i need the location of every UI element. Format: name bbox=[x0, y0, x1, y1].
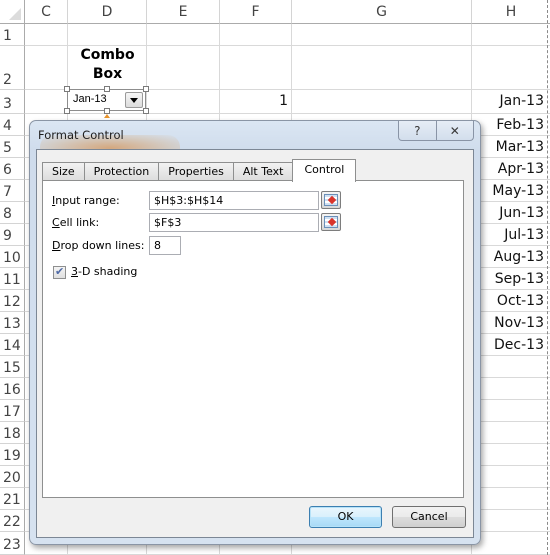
tab-strip: Size Protection Properties Alt Text Cont… bbox=[42, 159, 357, 182]
resize-handle-top-right[interactable] bbox=[143, 86, 149, 92]
range-select-icon bbox=[324, 194, 338, 206]
tab-protection[interactable]: Protection bbox=[83, 162, 159, 181]
cell-h8[interactable]: Jun-13 bbox=[472, 205, 544, 221]
row-header-19[interactable]: 19 bbox=[0, 444, 25, 466]
tab-size[interactable]: Size bbox=[42, 162, 84, 181]
cell-h5[interactable]: Mar-13 bbox=[472, 139, 544, 155]
row-header-8[interactable]: 8 bbox=[0, 202, 25, 224]
combo-label-line1: Combo bbox=[80, 47, 135, 63]
row-header-18[interactable]: 18 bbox=[0, 422, 25, 444]
input-range-label: Input range: bbox=[52, 194, 120, 207]
row-header-2[interactable]: 2 bbox=[0, 46, 25, 90]
cell-link-label-text: ell link: bbox=[59, 216, 100, 229]
combo-label-line2: Box bbox=[92, 66, 123, 82]
cell-h9[interactable]: Jul-13 bbox=[472, 227, 544, 243]
row-header-20[interactable]: 20 bbox=[0, 466, 25, 488]
row-header-3[interactable]: 3 bbox=[0, 90, 25, 114]
combo-box-value: Jan-13 bbox=[73, 93, 107, 105]
anchor-marker-icon bbox=[104, 114, 110, 118]
cell-link-collapse-button[interactable] bbox=[321, 213, 341, 231]
cell-link-accel: C bbox=[52, 216, 60, 229]
row-header-16[interactable]: 16 bbox=[0, 378, 25, 400]
drop-down-lines-field[interactable]: 8 bbox=[149, 236, 181, 255]
row-header-14[interactable]: 14 bbox=[0, 334, 25, 356]
row-header-23[interactable]: 23 bbox=[0, 532, 25, 555]
resize-handle-top-left[interactable] bbox=[64, 86, 70, 92]
cell-h10[interactable]: Aug-13 bbox=[472, 249, 544, 265]
cell-h3[interactable]: Jan-13 bbox=[472, 93, 544, 109]
cell-h4[interactable]: Feb-13 bbox=[472, 117, 544, 133]
resize-handle-bottom-right[interactable] bbox=[143, 108, 149, 114]
help-icon[interactable]: ? bbox=[399, 121, 436, 140]
range-select-icon bbox=[324, 216, 338, 228]
column-header-d[interactable]: D bbox=[68, 0, 147, 24]
resize-handle-top[interactable] bbox=[104, 86, 110, 92]
row-header-15[interactable]: 15 bbox=[0, 356, 25, 378]
row-header-1[interactable]: 1 bbox=[0, 24, 25, 46]
column-header-h[interactable]: H bbox=[472, 0, 550, 24]
column-header-f[interactable]: F bbox=[220, 0, 292, 24]
cell-h12[interactable]: Oct-13 bbox=[472, 293, 544, 309]
cancel-button[interactable]: Cancel bbox=[392, 506, 466, 528]
tab-properties[interactable]: Properties bbox=[158, 162, 233, 181]
resize-handle-bottom-left[interactable] bbox=[64, 108, 70, 114]
cell-h6[interactable]: Apr-13 bbox=[472, 161, 544, 177]
row-header-4[interactable]: 4 bbox=[0, 114, 25, 136]
cell-h13[interactable]: Nov-13 bbox=[472, 315, 544, 331]
3d-shading-label-text: -D shading bbox=[78, 265, 138, 278]
row-header-22[interactable]: 22 bbox=[0, 510, 25, 532]
dialog-title: Format Control bbox=[38, 128, 124, 142]
close-icon[interactable]: ✕ bbox=[435, 121, 474, 140]
cell-f3[interactable]: 1 bbox=[220, 93, 288, 109]
dialog-body: Size Protection Properties Alt Text Cont… bbox=[36, 149, 474, 538]
drop-down-lines-label-text: rop down lines: bbox=[60, 239, 145, 252]
row-header-5[interactable]: 5 bbox=[0, 136, 25, 158]
input-range-collapse-button[interactable] bbox=[321, 191, 341, 209]
input-range-label-text: nput range: bbox=[55, 194, 120, 207]
caption-buttons: ? ✕ bbox=[398, 121, 474, 141]
dropdown-arrow-icon[interactable] bbox=[125, 92, 143, 108]
cell-h7[interactable]: May-13 bbox=[472, 183, 544, 199]
column-header-c[interactable]: C bbox=[25, 0, 68, 24]
row-header-13[interactable]: 13 bbox=[0, 312, 25, 334]
tab-control[interactable]: Control bbox=[292, 159, 357, 182]
cell-h11[interactable]: Sep-13 bbox=[472, 271, 544, 287]
column-header-e[interactable]: E bbox=[147, 0, 220, 24]
cell-link-label: Cell link: bbox=[52, 216, 99, 229]
drop-down-lines-label: Drop down lines: bbox=[52, 239, 144, 252]
control-tab-panel: Input range: $H$3:$H$14 Cell link: $F$3 … bbox=[42, 180, 464, 498]
row-header-9[interactable]: 9 bbox=[0, 224, 25, 246]
input-range-field[interactable]: $H$3:$H$14 bbox=[149, 191, 319, 210]
row-header-6[interactable]: 6 bbox=[0, 158, 25, 180]
combo-box-label-cell[interactable]: Combo Box bbox=[68, 46, 147, 90]
format-control-dialog: Format Control ? ✕ Size Protection Prope… bbox=[29, 120, 481, 545]
cell-h14[interactable]: Dec-13 bbox=[472, 337, 544, 353]
page-break-line bbox=[547, 0, 548, 555]
cell-link-field[interactable]: $F$3 bbox=[149, 213, 319, 232]
row-header-7[interactable]: 7 bbox=[0, 180, 25, 202]
row-header-10[interactable]: 10 bbox=[0, 246, 25, 268]
3d-shading-label[interactable]: 3-D shading bbox=[71, 265, 137, 278]
row-header-17[interactable]: 17 bbox=[0, 400, 25, 422]
row-header-12[interactable]: 12 bbox=[0, 290, 25, 312]
column-header-g[interactable]: G bbox=[292, 0, 472, 24]
select-all-corner[interactable] bbox=[0, 0, 25, 24]
row-header-11[interactable]: 11 bbox=[0, 268, 25, 290]
ok-button[interactable]: OK bbox=[309, 506, 382, 528]
row-header-21[interactable]: 21 bbox=[0, 488, 25, 510]
tab-alt-text[interactable]: Alt Text bbox=[232, 162, 293, 181]
3d-shading-checkbox[interactable] bbox=[53, 265, 66, 279]
3d-shading-accel: 3 bbox=[71, 265, 78, 278]
